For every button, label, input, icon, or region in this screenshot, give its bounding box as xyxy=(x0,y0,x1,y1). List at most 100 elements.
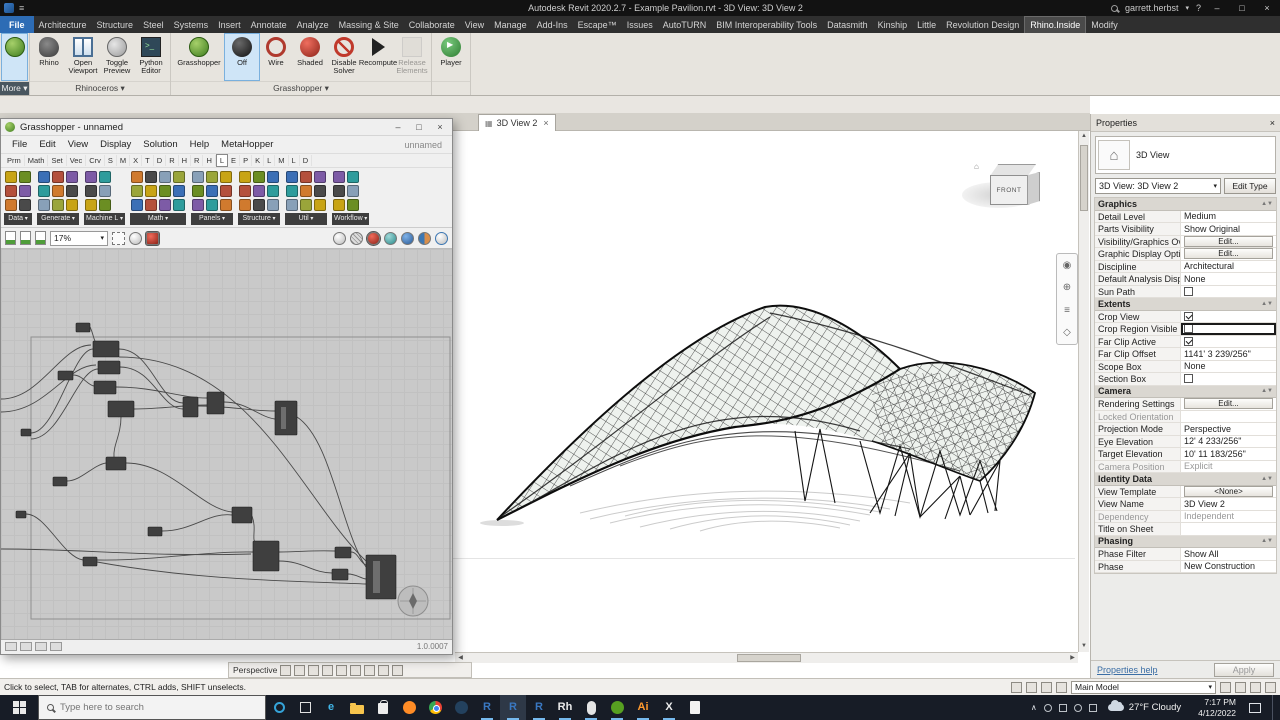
ribbon-tab-insert[interactable]: Insert xyxy=(213,16,246,33)
gh-gradient-preview-icon[interactable] xyxy=(418,231,431,245)
gh-pal-group-label[interactable]: Generate xyxy=(37,213,79,225)
gh-component-icon[interactable] xyxy=(238,185,251,197)
gh-category-tab-vec-3[interactable]: Vec xyxy=(67,155,87,166)
ribbon-button-release-elements[interactable]: Release Elements xyxy=(395,34,429,80)
gh-component-icon[interactable] xyxy=(219,171,232,183)
gh-component-icon[interactable] xyxy=(99,185,111,197)
view-tab[interactable]: ▦ 3D View 2 × xyxy=(478,114,556,131)
ribbon-tab-view[interactable]: View xyxy=(460,16,489,33)
user-dropdown-chevron-icon[interactable]: ▾ xyxy=(1185,4,1189,12)
ribbon-tab-rhino-inside[interactable]: Rhino.Inside xyxy=(1024,16,1087,33)
gh-component-icon[interactable] xyxy=(191,185,204,197)
requests-icon[interactable] xyxy=(1056,681,1067,693)
selection-count-icon[interactable] xyxy=(1265,681,1276,693)
search-input[interactable] xyxy=(60,702,230,713)
gh-canvas[interactable] xyxy=(1,249,452,640)
gh-category-tab-crv-4[interactable]: Crv xyxy=(86,155,105,166)
property-value[interactable]: None xyxy=(1181,361,1276,373)
security-shield-icon[interactable] xyxy=(1058,703,1067,712)
property-value[interactable]: 12' 4 233/256" xyxy=(1181,436,1276,448)
gh-selection-tool-icon[interactable] xyxy=(112,231,125,245)
firefox-icon[interactable] xyxy=(396,695,422,720)
property-section-phasing[interactable]: Phasing ▲▼ xyxy=(1095,535,1276,548)
ribbon-tab-structure[interactable]: Structure xyxy=(92,16,139,33)
gh-component-icon[interactable] xyxy=(38,185,50,197)
property-value[interactable]: New Construction xyxy=(1181,561,1276,573)
gh-paint-tool-icon[interactable] xyxy=(145,230,160,246)
gh-component-icon[interactable] xyxy=(299,171,312,183)
gh-minimize-button[interactable]: – xyxy=(390,122,406,132)
rendering-dialog-icon[interactable] xyxy=(336,664,348,676)
gh-category-tab-k-17[interactable]: K xyxy=(252,155,265,166)
ribbon-tab-file[interactable]: File xyxy=(0,16,34,33)
ribbon-tab-add-ins[interactable]: Add-Ins xyxy=(532,16,573,33)
gh-component-icon[interactable] xyxy=(130,171,143,183)
pavilion-3d-model[interactable] xyxy=(440,131,1080,656)
gh-component-icon[interactable] xyxy=(191,171,204,183)
gh-category-tab-l-18[interactable]: L xyxy=(264,155,276,166)
property-value[interactable]: Show Original xyxy=(1181,223,1276,235)
ribbon-panel-label-more[interactable]: More ▾ xyxy=(0,81,29,95)
store-icon[interactable] xyxy=(370,695,396,720)
gh-category-tab-r-10[interactable]: R xyxy=(166,155,179,166)
gh-component-icon[interactable] xyxy=(205,171,218,183)
gh-no-preview-icon[interactable] xyxy=(333,231,346,245)
property-value[interactable]: Show All xyxy=(1181,548,1276,560)
gh-category-tab-d-9[interactable]: D xyxy=(154,155,167,166)
gh-new-file-icon[interactable] xyxy=(5,231,16,245)
gh-maximize-button[interactable]: □ xyxy=(411,122,427,132)
design-options-icon[interactable] xyxy=(1026,681,1037,693)
revit-icon[interactable]: R xyxy=(526,695,552,720)
gh-component-icon[interactable] xyxy=(313,199,326,211)
gh-menu-help[interactable]: Help xyxy=(185,138,215,151)
ribbon-tab-massing-site[interactable]: Massing & Site xyxy=(334,16,404,33)
ribbon-button-player[interactable]: Player xyxy=(434,34,468,80)
ribbon-button-more-tools[interactable] xyxy=(1,33,28,81)
viewcube-front-face[interactable]: FRONT xyxy=(990,175,1028,205)
detail-level-icon[interactable] xyxy=(280,664,292,676)
ribbon-button-shaded[interactable]: Shaded xyxy=(293,34,327,80)
gh-component-icon[interactable] xyxy=(266,185,279,197)
checkbox[interactable] xyxy=(1184,324,1193,334)
gh-component-icon[interactable] xyxy=(5,171,17,183)
gh-category-tab-set-2[interactable]: Set xyxy=(48,155,67,166)
design-options-dropdown[interactable]: Main Model ▾ xyxy=(1071,680,1216,694)
view-tab-close-icon[interactable]: × xyxy=(543,118,548,128)
ribbon-tab-collaborate[interactable]: Collaborate xyxy=(404,16,460,33)
gh-open-file-icon[interactable] xyxy=(20,231,31,245)
scroll-right-icon[interactable]: ▶ xyxy=(1067,653,1078,663)
gh-component-icon[interactable] xyxy=(205,199,218,211)
gh-component-icon[interactable] xyxy=(313,185,326,197)
shadows-icon[interactable] xyxy=(322,664,334,676)
ribbon-tab-systems[interactable]: Systems xyxy=(169,16,214,33)
start-button[interactable] xyxy=(0,695,38,720)
reveal-hidden-elements-icon[interactable] xyxy=(392,664,404,676)
vertical-scrollbar[interactable]: ▲ ▼ xyxy=(1078,131,1089,652)
scroll-up-icon[interactable]: ▲ xyxy=(1079,131,1089,142)
help-icon[interactable]: ? xyxy=(1196,3,1201,13)
ribbon-panel-label[interactable]: Grasshopper ▾ xyxy=(171,81,431,95)
apply-button[interactable]: Apply xyxy=(1214,662,1274,677)
steam-icon[interactable] xyxy=(448,695,474,720)
property-edit-button[interactable]: Edit... xyxy=(1184,398,1273,410)
property-value[interactable]: Edit... xyxy=(1181,248,1276,260)
property-value[interactable]: Edit... xyxy=(1181,235,1276,248)
checkbox[interactable] xyxy=(1184,286,1193,296)
gh-component-icon[interactable] xyxy=(19,171,31,183)
taskbar-search[interactable] xyxy=(38,695,266,720)
ribbon-tab-annotate[interactable]: Annotate xyxy=(246,16,292,33)
gh-component-icon[interactable] xyxy=(299,185,312,197)
app-x-icon[interactable]: X xyxy=(656,695,682,720)
ribbon-tab-bim-interoperability-tools[interactable]: BIM Interoperability Tools xyxy=(711,16,822,33)
signed-in-user[interactable]: garrett.herbst xyxy=(1125,3,1179,13)
gh-pal-group-label[interactable]: Workflow xyxy=(331,213,370,225)
revit-icon[interactable]: R xyxy=(500,695,526,720)
scroll-down-icon[interactable]: ▼ xyxy=(1079,641,1089,652)
gh-save-file-icon[interactable] xyxy=(35,231,46,245)
gh-component-icon[interactable] xyxy=(332,185,345,197)
gh-menu-file[interactable]: File xyxy=(7,138,32,151)
gh-widget-icon[interactable] xyxy=(20,642,32,651)
gh-menu-solution[interactable]: Solution xyxy=(138,138,182,151)
gh-component-icon[interactable] xyxy=(158,199,171,211)
gh-component-icon[interactable] xyxy=(266,199,279,211)
